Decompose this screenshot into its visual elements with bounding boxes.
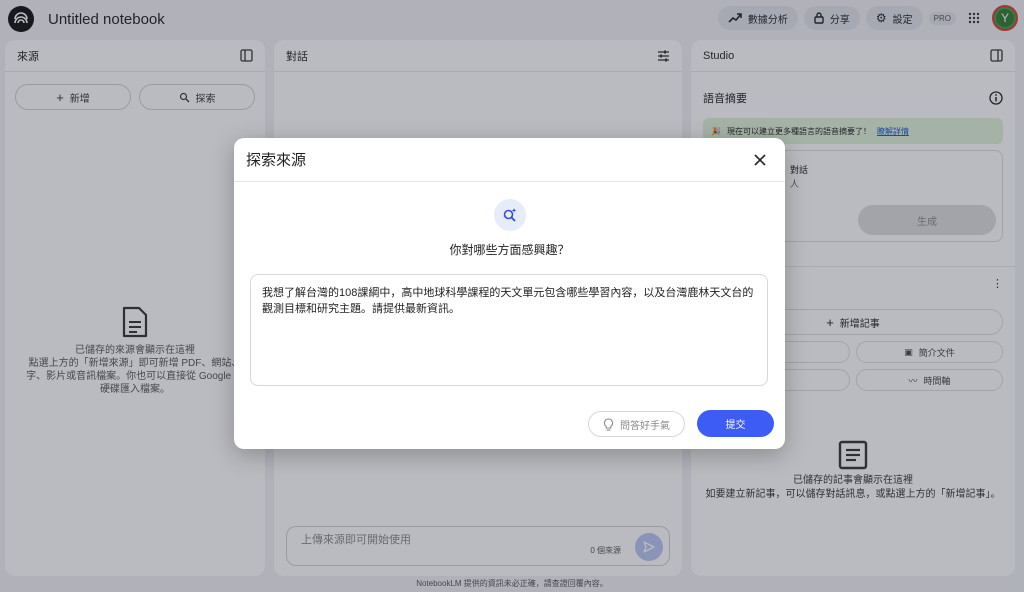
discover-search-icon bbox=[493, 199, 526, 231]
dialog-title: 探索來源 bbox=[246, 152, 307, 169]
feeling-lucky-button[interactable]: 問答好手氣 bbox=[588, 411, 685, 437]
feeling-lucky-label: 問答好手氣 bbox=[620, 420, 670, 432]
dialog-question: 你對哪些方面感興趣？ bbox=[449, 243, 570, 257]
discover-sources-dialog: 探索來源 你對哪些方面感興趣？ 我想了解台灣的108課綱中，高中地球科學課程的天… bbox=[234, 138, 785, 449]
submit-button[interactable]: 提交 bbox=[697, 410, 774, 437]
query-textarea[interactable]: 我想了解台灣的108課綱中，高中地球科學課程的天文單元包含哪些學習內容，以及台灣… bbox=[250, 274, 768, 386]
close-icon[interactable] bbox=[749, 149, 771, 171]
lightbulb-icon bbox=[603, 417, 614, 431]
